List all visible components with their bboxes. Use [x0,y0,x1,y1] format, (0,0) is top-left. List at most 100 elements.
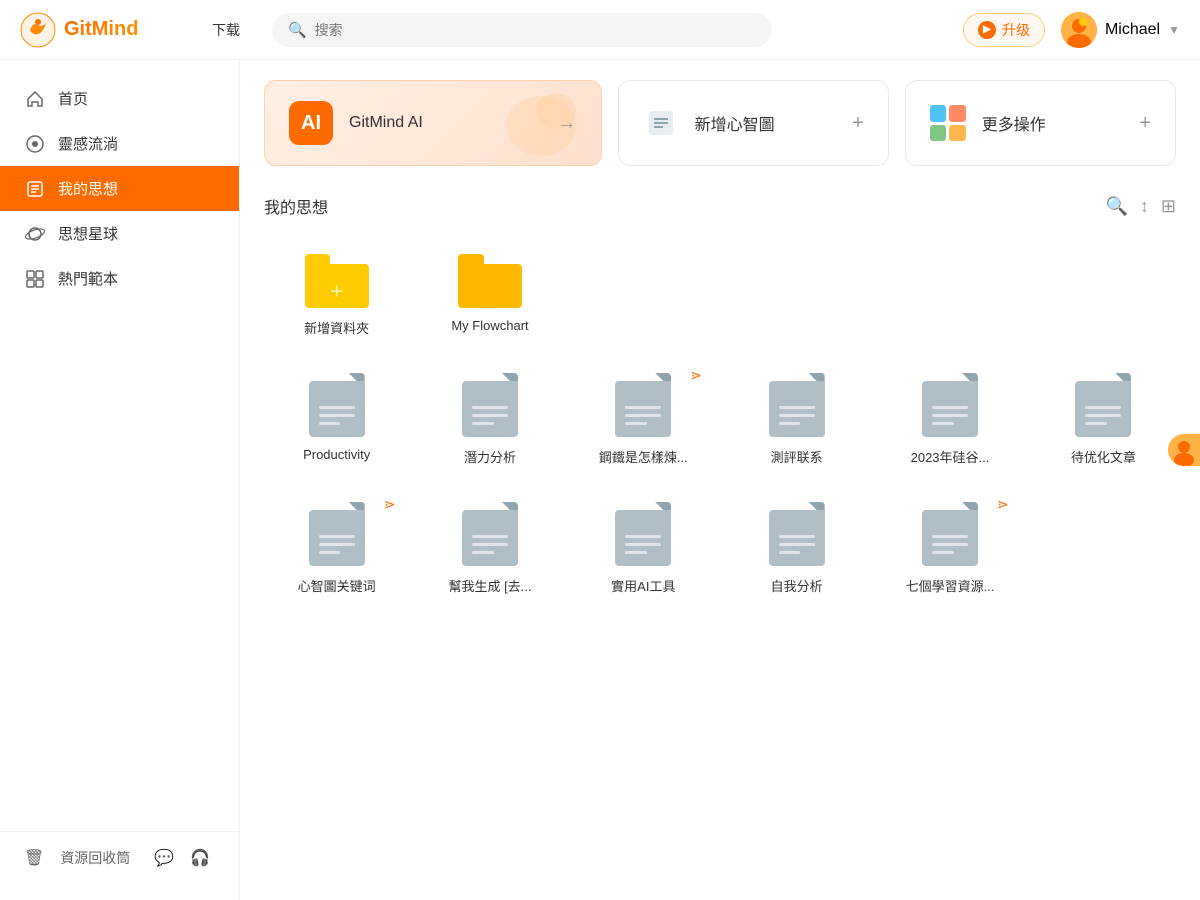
section-title: 我的思想 [264,194,328,218]
my-thoughts-icon [24,179,46,199]
file-item-steel[interactable]: ⋗ 鋼鐵是怎樣煉... [571,357,716,478]
file-item-review[interactable]: 測評联系 [724,357,869,478]
share-badge-keywords: ⋗ [384,496,396,513]
file-name-steel: 鋼鐵是怎樣煉... [599,447,688,466]
file-name-productivity: Productivity [303,447,370,462]
ai-card-label: GitMind AI [349,114,423,132]
sidebar-item-templates[interactable]: 熱門範本 [0,256,239,301]
file-item-keywords[interactable]: ⋗ 心智圖关键词 [264,486,409,607]
sort-icon[interactable]: ↕ [1140,196,1149,217]
file-icon-pending [1075,373,1131,437]
file-name-ai-tools: 實用AI工具 [611,576,675,595]
file-icon-review [769,373,825,437]
files-row-2: ⋗ 心智圖关键词 [264,486,1176,607]
templates-icon [24,269,46,289]
grid-view-icon[interactable]: ⊞ [1161,196,1176,217]
sidebar-item-my-thoughts[interactable]: 我的思想 [0,166,239,211]
sidebar-label-templates: 熱門範本 [58,268,118,289]
file-name-potential: 潛力分析 [464,447,516,466]
grid-icon [930,105,966,141]
sidebar-footer: 🗑 資源回收筒 💬 🎧 [0,831,239,884]
sidebar-label-my-thoughts: 我的思想 [58,178,118,199]
file-icon-keywords [309,502,365,566]
file-icon-ai-tools [615,502,671,566]
sidebar-item-home[interactable]: 首页 [0,76,239,121]
sidebar-label-home: 首页 [58,88,88,109]
discord-icon[interactable]: 💬 [154,848,174,868]
folder-name-flowchart: My Flowchart [451,318,528,333]
doc-icon [643,105,679,141]
search-input[interactable] [315,22,756,38]
file-name-review: 測評联系 [771,447,823,466]
files-row-1: Productivity 潛力分析 ⋗ [264,357,1176,478]
ai-icon: AI [289,101,333,145]
sidebar-label-planet: 思想星球 [58,223,118,244]
file-item-learning-resources[interactable]: ⋗ 七個學習資源... [877,486,1022,607]
home-icon [24,89,46,109]
file-name-pending: 待优化文章 [1071,447,1136,466]
content-area: AI GitMind AI → 新增心智圖 [240,60,1200,900]
more-plus-icon: + [1139,112,1151,135]
more-actions-label: 更多操作 [982,111,1046,135]
logo[interactable]: GitMind [20,12,180,48]
folder-item-flowchart[interactable]: My Flowchart [417,238,562,349]
ai-deco [501,91,581,161]
search-section-icon[interactable]: 🔍 [1105,196,1127,217]
folder-item-new[interactable]: + 新增資料夾 [264,238,409,349]
user-name: Michael [1105,21,1160,39]
section-header: 我的思想 🔍 ↕ ⊞ [264,194,1176,218]
file-name-self-analysis: 自我分析 [771,576,823,595]
file-name-learning-resources: 七個學習資源... [906,576,995,595]
file-item-potential[interactable]: 潛力分析 [417,357,562,478]
main-layout: 首页 靈感流淌 我的思想 思想星球 [0,60,1200,900]
chevron-down-icon: ▼ [1168,23,1180,37]
folder-icon-flowchart [458,254,522,308]
new-mindmap-label: 新增心智圖 [695,111,775,135]
trash-label: 資源回收筒 [60,848,130,868]
file-item-pending[interactable]: 待优化文章 [1031,357,1176,478]
share-badge-steel: ⋗ [690,367,702,384]
download-button[interactable]: 下载 [200,14,252,46]
trash-icon[interactable]: 🗑 [24,848,44,868]
more-actions-card[interactable]: 更多操作 + [905,80,1176,166]
user-menu[interactable]: Michael ▼ [1061,12,1180,48]
file-item-productivity[interactable]: Productivity [264,357,409,478]
inspiration-icon [24,134,46,154]
avatar [1061,12,1097,48]
folder-row: + 新增資料夾 My Flowchart [264,238,1176,349]
plus-icon: + [852,112,864,135]
upgrade-label: 升级 [1002,20,1030,40]
sidebar-nav: 首页 靈感流淌 我的思想 思想星球 [0,76,239,831]
file-name-keywords: 心智圖关键词 [298,576,376,595]
file-name-help-generate: 幫我生成 [去... [448,576,531,595]
section-actions: 🔍 ↕ ⊞ [1105,196,1176,217]
floating-avatar[interactable] [1168,434,1200,466]
header: GitMind 下载 🔍 ▶ 升级 Michael ▼ [0,0,1200,60]
file-icon-steel [615,373,671,437]
search-icon: 🔍 [288,21,307,39]
file-item-ai-tools[interactable]: 實用AI工具 [571,486,716,607]
file-icon-potential [462,373,518,437]
planet-icon [24,224,46,244]
file-item-self-analysis[interactable]: 自我分析 [724,486,869,607]
share-badge-learning: ⋗ [997,496,1009,513]
file-icon-learning-resources [922,502,978,566]
new-mindmap-card[interactable]: 新增心智圖 + [618,80,889,166]
sidebar-item-inspiration[interactable]: 靈感流淌 [0,121,239,166]
file-icon-silicon-valley [922,373,978,437]
file-icon-productivity [309,373,365,437]
search-bar[interactable]: 🔍 [272,13,772,47]
quick-actions: AI GitMind AI → 新增心智圖 [264,80,1176,166]
header-right: ▶ 升级 Michael ▼ [963,12,1180,48]
folder-name-new: 新增資料夾 [304,318,369,337]
sidebar-item-planet[interactable]: 思想星球 [0,211,239,256]
logo-icon [20,12,56,48]
file-item-silicon-valley[interactable]: 2023年硅谷... [877,357,1022,478]
file-item-help-generate[interactable]: 幫我生成 [去... [417,486,562,607]
help-icon[interactable]: 🎧 [190,848,210,868]
upgrade-button[interactable]: ▶ 升级 [963,13,1045,47]
sidebar-label-inspiration: 靈感流淌 [58,133,118,154]
logo-text: GitMind [64,18,138,41]
sidebar: 首页 靈感流淌 我的思想 思想星球 [0,60,240,900]
ai-action-card[interactable]: AI GitMind AI → [264,80,602,166]
